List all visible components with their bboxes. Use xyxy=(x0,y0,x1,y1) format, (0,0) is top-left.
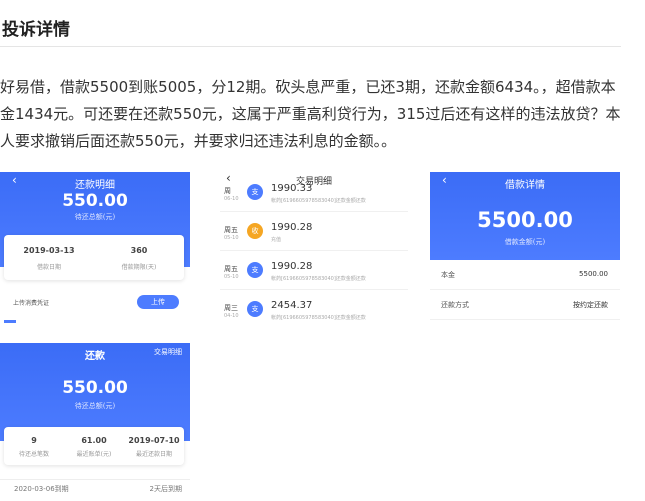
tx-note: 帐药[6196605978583040]还款金额还款 xyxy=(271,315,366,321)
repay-amount: 550.00 xyxy=(62,378,128,398)
repay-stats-card: 9 待还总笔数 61.00 最近账单(元) 2019-07-10 最近还款日期 xyxy=(4,427,184,465)
repay-method-label: 还款方式 xyxy=(441,301,469,309)
recent-date-value: 2019-07-10 xyxy=(128,436,180,445)
tx-date: 04-10 xyxy=(224,313,239,319)
tx-amount: 1990.28 xyxy=(271,261,313,272)
pending-count-value: 9 xyxy=(31,436,37,445)
screenshot-repay[interactable]: 还款 交易明细 550.00 待还总额(元) 9 待还总笔数 61.00 最近账… xyxy=(0,343,190,498)
expense-icon: 支 xyxy=(247,301,263,317)
tx-note: 帐药[6196605978583040]还款金额还款 xyxy=(271,198,366,204)
complaint-description: 好易借，借款5500到账5005，分12期。砍头息严重，已还3期，还款金额643… xyxy=(0,78,621,150)
page-title: 投诉详情 xyxy=(2,20,70,40)
screenshot-transactions[interactable]: ‹ 交易明细 周 06-10 支 1990.33 帐药[619660597858… xyxy=(220,172,408,324)
loan-period-label: 借款期限(天) xyxy=(121,264,157,271)
tx-amount: 1990.28 xyxy=(271,222,313,233)
repay-detail-amount: 550.00 xyxy=(62,191,128,211)
transaction-row[interactable]: 周五 05-10 收 1990.28 充值 xyxy=(220,212,408,251)
tx-day: 周五 xyxy=(224,226,238,234)
tx-day: 周五 xyxy=(224,265,238,273)
title-divider xyxy=(0,46,621,47)
upload-voucher-label: 上传消费凭证 xyxy=(13,300,50,307)
tx-date: 05-10 xyxy=(224,274,239,280)
recent-date-label: 最近还款日期 xyxy=(135,451,172,458)
transaction-row[interactable]: 周五 05-10 支 1990.28 帐药[6196605978583040]还… xyxy=(220,251,408,290)
tx-note: 帐药[6196605978583040]还款金额还款 xyxy=(271,276,366,282)
loan-amount-label: 借款金额(元) xyxy=(504,238,546,246)
recent-bill-value: 61.00 xyxy=(81,436,107,445)
repay-detail-amount-label: 待还总额(元) xyxy=(74,213,116,221)
tx-day: 周 xyxy=(224,187,231,195)
loan-date-value: 2019-03-13 xyxy=(23,246,75,255)
principal-label: 本金 xyxy=(441,271,455,279)
repay-amount-label: 待还总额(元) xyxy=(74,402,116,410)
complaint-page: 投诉详情 好易借，借款5500到账5005，分12期。砍头息严重，已还3期，还款… xyxy=(0,0,645,501)
footer-divider xyxy=(0,479,190,480)
due-countdown-text: 2天后到期 xyxy=(149,485,182,493)
tx-date: 06-10 xyxy=(224,196,239,202)
expense-icon: 支 xyxy=(247,262,263,278)
principal-row: 本金 5500.00 xyxy=(430,260,620,290)
upload-button[interactable]: 上传 xyxy=(137,295,179,309)
tx-amount: 1990.33 xyxy=(271,183,313,194)
tx-date: 05-10 xyxy=(224,235,239,241)
repay-detail-title: 还款明细 xyxy=(75,180,115,191)
loan-amount: 5500.00 xyxy=(477,208,573,232)
due-date-text: 2020-03-06到期 xyxy=(14,485,69,493)
expense-icon: 支 xyxy=(247,184,263,200)
tx-day: 周三 xyxy=(224,304,238,312)
screenshot-loan-detail[interactable]: ‹ 借款详情 5500.00 借款金额(元) 本金 5500.00 还款方式 按… xyxy=(430,172,620,324)
income-icon: 收 xyxy=(247,223,263,239)
pending-count-label: 待还总笔数 xyxy=(18,451,49,458)
transaction-row[interactable]: 周三 04-10 支 2454.37 帐药[6196605978583040]还… xyxy=(220,290,408,324)
tx-note: 充值 xyxy=(271,237,282,243)
transaction-row[interactable]: 周 06-10 支 1990.33 帐药[6196605978583040]还款… xyxy=(220,173,408,212)
tx-amount: 2454.37 xyxy=(271,300,313,311)
principal-value: 5500.00 xyxy=(579,270,608,278)
transaction-detail-link[interactable]: 交易明细 xyxy=(154,347,182,357)
repay-method-row: 还款方式 按约定还款 xyxy=(430,290,620,320)
repay-method-value: 按约定还款 xyxy=(573,301,608,309)
scroll-indicator xyxy=(4,320,16,323)
recent-bill-label: 最近账单(元) xyxy=(76,451,112,458)
loan-detail-title: 借款详情 xyxy=(505,180,545,191)
loan-info-card: 2019-03-13 借款日期 360 借款期限(天) xyxy=(4,235,184,280)
loan-period-value: 360 xyxy=(130,246,148,255)
loan-detail-header: ‹ 借款详情 5500.00 借款金额(元) xyxy=(430,172,620,260)
screenshot-repay-detail[interactable]: ‹ 还款明细 550.00 待还总额(元) 2019-03-13 借款日期 36… xyxy=(0,172,190,324)
loan-date-label: 借款日期 xyxy=(36,264,61,271)
